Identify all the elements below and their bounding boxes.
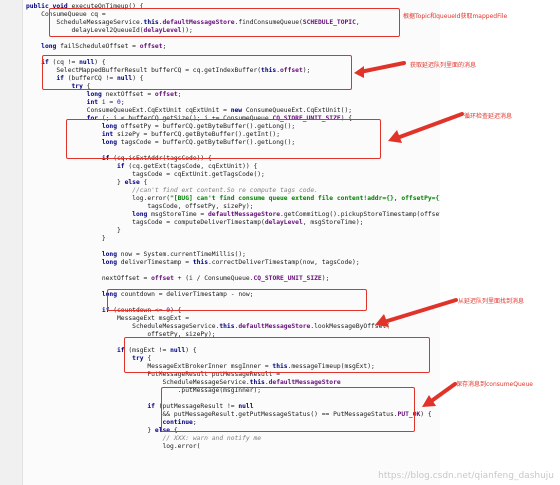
code-line: tagsCode = computeDeliverTimestamp(delay… — [26, 219, 364, 226]
code-line: if (cq.getExt(tagsCode, cqExtUnit)) { — [117, 163, 258, 170]
highlight-box-next-offset — [107, 289, 367, 311]
code-line: long deliverTimestamp = this.correctDeli… — [101, 259, 360, 266]
annotation-find-message: 从延迟队列里面找到消息 — [458, 298, 525, 305]
code-line: long now = System.currentTimeMillis(); — [101, 251, 246, 258]
annotation-loop-check: 循环检查延迟消息 — [464, 113, 513, 120]
highlight-box-look-message — [124, 337, 430, 373]
code-line: ScheduleMessageService.this.defaultMessa… — [26, 379, 341, 386]
watermark: https://blog.csdn.net/qianfeng_dashuju — [378, 471, 554, 481]
annotation-save-consume-queue: 保存消息到consumeQueue — [456, 381, 533, 388]
code-line: MessageExt msgExt = — [26, 315, 190, 322]
code-line: tagsCode = cqExtUnit.getTagsCode(); — [26, 171, 265, 178]
code-line: long msgStoreTime = defaultMessageStore.… — [132, 211, 440, 218]
code-line: } — [26, 235, 106, 242]
highlight-box-get-index-buffer — [42, 55, 352, 90]
line-number-gutter — [0, 0, 23, 485]
code-line: tagsCode, offsetPy, sizePy); — [26, 203, 254, 210]
code-line: int i = 0; — [86, 99, 125, 106]
arrow-icon — [422, 382, 457, 407]
code-line: } — [26, 227, 121, 234]
code-line: // XXX: warn and notify me — [162, 435, 262, 442]
code-line: nextOffset = offset + (i / ConsumeQueue.… — [26, 275, 330, 282]
arrow-icon — [375, 298, 458, 327]
code-line: log.error("[BUG] can't find consume queu… — [26, 195, 440, 202]
code-line: ScheduleMessageService.this.defaultMessa… — [26, 323, 390, 330]
code-line: long nextOffset = offset; — [86, 91, 182, 98]
highlight-box-put-message — [161, 387, 415, 432]
highlight-box-loop-read — [66, 119, 381, 159]
arrow-icon — [388, 112, 464, 143]
code-line: ConsumeQueueExt.CqExtUnit cqExtUnit = ne… — [26, 107, 353, 114]
code-line: log.error( — [26, 443, 201, 450]
code-line: long failScheduleOffset = offset; — [41, 43, 167, 50]
code-line: } else { — [26, 427, 178, 434]
arrow-icon — [354, 61, 406, 78]
annotation-topic-queue: 根据Topic和queueId获取mappedFile — [403, 13, 508, 20]
highlight-box-find-consume-queue — [49, 8, 400, 37]
annotation-get-delay-msg: 获取延迟队列里面的消息 — [410, 62, 477, 69]
code-line: //can't find ext content.So re compute t… — [132, 187, 318, 194]
code-line: } else { — [26, 179, 148, 186]
